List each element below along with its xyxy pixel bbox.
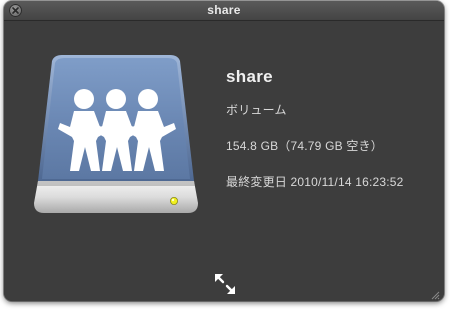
item-size: 154.8 GB（74.79 GB 空き） [226, 139, 383, 153]
file-info: share ボリューム 154.8 GB（74.79 GB 空き） 最終変更日 … [226, 67, 403, 189]
preview-content: share ボリューム 154.8 GB（74.79 GB 空き） 最終変更日 … [4, 21, 444, 301]
item-modified-date: 最終変更日 2010/11/14 16:23:52 [226, 175, 404, 189]
window-title: share [207, 3, 241, 17]
fullscreen-button[interactable] [212, 271, 238, 297]
fullscreen-arrows-icon [215, 274, 235, 294]
item-kind: ボリューム [226, 103, 287, 117]
shared-drive-icon [30, 53, 202, 228]
resize-grip[interactable] [430, 287, 440, 300]
resize-grip-icon [431, 291, 440, 300]
quick-look-window: share share ボリューム 154.8 GB（74.79 GB 空き） … [4, 1, 444, 301]
title-bar[interactable]: share [4, 1, 444, 21]
item-name: share [226, 67, 273, 86]
